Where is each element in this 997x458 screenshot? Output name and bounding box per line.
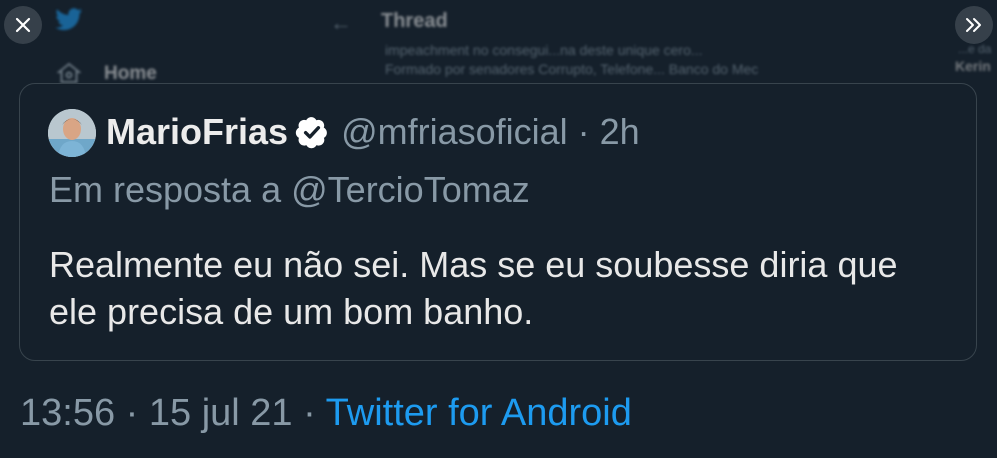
tweet-time[interactable]: 13:56 [20, 392, 115, 434]
separator-dot: · [303, 392, 326, 434]
close-icon [15, 17, 31, 33]
blurred-side-text: ...e da [958, 42, 992, 56]
tweet-source-link[interactable]: Twitter for Android [326, 392, 632, 434]
separator-dot: · [567, 111, 600, 152]
tweet-time-ago[interactable]: 2h [600, 111, 640, 153]
home-icon[interactable] [57, 61, 81, 85]
tweet-text: Realmente eu não sei. Mas se eu soubesse… [49, 244, 898, 332]
back-arrow-icon[interactable]: ← [330, 10, 352, 36]
twitter-bird-icon [55, 8, 83, 31]
reply-prefix: Em resposta a [49, 169, 282, 210]
reply-to-handle[interactable]: @TercioTomaz [291, 169, 530, 210]
reply-context: Em resposta a @TercioTomaz [49, 169, 530, 211]
close-button[interactable] [4, 6, 42, 44]
expand-button[interactable] [955, 6, 993, 44]
quoted-tweet-card[interactable]: MarioFrias @mfriasoficial · 2h Em respos… [19, 83, 977, 361]
blurred-side-text: Kerin [955, 58, 991, 74]
nav-home-label[interactable]: Home [104, 63, 157, 85]
author-name[interactable]: MarioFrias [106, 111, 288, 153]
chevron-double-right-icon [966, 18, 981, 32]
background-timeline: ← Thread impeachment no consegui...na de… [0, 0, 997, 85]
separator-dot: · [125, 392, 149, 434]
thread-title: Thread [381, 10, 448, 32]
tweet-metadata: 13:56 · 15 jul 21 · Twitter for Android [20, 392, 632, 435]
tweet-date[interactable]: 15 jul 21 [149, 392, 293, 434]
blurred-tweet-line: impeachment no consegui...na deste uniqu… [385, 42, 703, 58]
blurred-tweet-line: Formado por senadores Corrupto, Telefone… [385, 61, 759, 77]
author-handle[interactable]: @mfriasoficial [341, 111, 568, 153]
avatar[interactable] [48, 109, 96, 157]
tweet-header: MarioFrias @mfriasoficial · 2h [106, 111, 640, 153]
verified-badge-icon [295, 117, 327, 149]
